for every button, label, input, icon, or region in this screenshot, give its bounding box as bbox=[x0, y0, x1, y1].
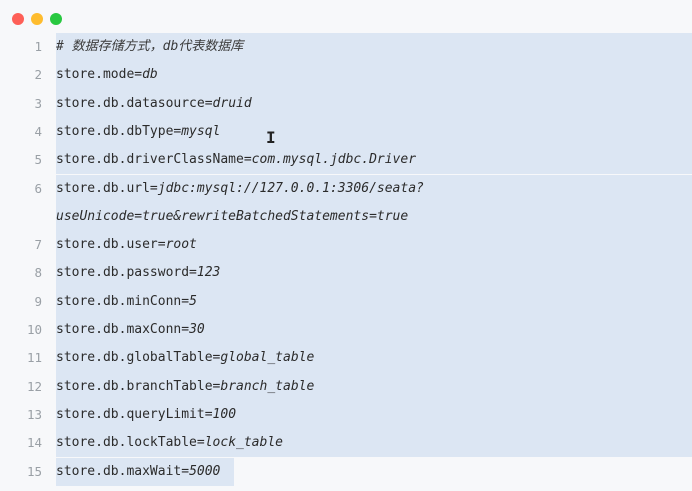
property-key: store.db.maxConn= bbox=[56, 322, 190, 337]
property-key: store.db.branchTable= bbox=[56, 378, 221, 394]
property-value: com.mysql.jdbc.Driver bbox=[251, 152, 417, 168]
code-line[interactable]: 12 store.db.branchTable=branch_table bbox=[0, 372, 692, 401]
line-number: 10 bbox=[26, 322, 42, 337]
line-number: 2 bbox=[34, 67, 42, 83]
line-number: 12 bbox=[26, 378, 42, 394]
editor-window: 1 # 数据存储方式，db代表数据库 2 store.mode=db 3 store.db… bbox=[0, 0, 692, 491]
line-number: 13 bbox=[26, 406, 42, 422]
code-line[interactable]: 15 store.db.maxWait=5000 bbox=[0, 457, 692, 486]
code-text: store.db.password=123 bbox=[56, 259, 220, 287]
property-value: useUnicode=true&rewriteBatchedStatements… bbox=[56, 208, 409, 224]
code-line[interactable]: useUnicode=true&rewriteBatchedStatements… bbox=[0, 202, 692, 232]
code-line[interactable]: 8 store.db.password=123 bbox=[0, 259, 692, 288]
code-text: store.db.maxWait=5000 bbox=[56, 458, 220, 486]
property-key: store.db.user= bbox=[56, 237, 166, 253]
property-value: 100 bbox=[212, 406, 237, 422]
code-text: store.db.maxConn=30 bbox=[56, 316, 205, 344]
code-text: store.db.datasource=druid bbox=[56, 90, 252, 118]
property-value: mysql bbox=[181, 123, 221, 139]
code-text: store.db.user=root bbox=[56, 231, 197, 259]
zoom-window-button[interactable] bbox=[50, 13, 62, 25]
code-text: store.db.dbType=mysql bbox=[56, 118, 220, 146]
property-key: store.db.globalTable= bbox=[56, 350, 221, 366]
window-controls bbox=[12, 13, 62, 25]
code-line[interactable]: 6 store.db.url=jdbc:mysql://127.0.0.1:330… bbox=[0, 174, 692, 203]
code-line[interactable]: 5 store.db.driverClassName=com.mysql.jdbc… bbox=[0, 146, 692, 175]
code-text: store.db.minConn=5 bbox=[56, 288, 197, 316]
property-value: 5000 bbox=[189, 463, 221, 479]
code-line[interactable]: 3 store.db.datasource=druid bbox=[0, 89, 692, 118]
line-number: 5 bbox=[34, 152, 42, 168]
code-line[interactable]: 10 store.db.maxConn=30 bbox=[0, 316, 692, 345]
property-key: store.mode= bbox=[56, 67, 143, 83]
minimize-window-button[interactable] bbox=[31, 13, 43, 25]
code-text: # 数据存储方式，db代表数据库 bbox=[56, 33, 243, 61]
property-key: store.db.queryLimit= bbox=[56, 406, 213, 422]
code-text: store.db.branchTable=branch_table bbox=[56, 373, 314, 401]
property-key: store.db.datasource= bbox=[56, 95, 213, 111]
line-number: 8 bbox=[34, 265, 42, 281]
line-number: 9 bbox=[34, 293, 42, 309]
property-value: branch_table bbox=[220, 378, 315, 394]
line-number: 15 bbox=[26, 463, 42, 479]
property-key: store.db.maxWait= bbox=[56, 463, 190, 479]
code-text: store.db.driverClassName=com.mysql.jdbc.… bbox=[56, 146, 416, 174]
line-number: 3 bbox=[34, 95, 42, 111]
code-text: store.db.globalTable=global_table bbox=[56, 344, 314, 372]
property-key: store.db.lockTable= bbox=[56, 435, 205, 451]
line-number: 1 bbox=[34, 39, 42, 54]
property-value: db bbox=[142, 67, 158, 83]
code-line[interactable]: 4 store.db.dbType=mysql bbox=[0, 117, 692, 147]
property-key: store.db.dbType= bbox=[56, 123, 182, 139]
property-key: store.db.password= bbox=[56, 265, 197, 281]
line-number: 14 bbox=[26, 435, 42, 451]
code-line[interactable]: 14 store.db.lockTable=lock_table bbox=[0, 429, 692, 458]
code-line[interactable]: 7 store.db.user=root bbox=[0, 231, 692, 260]
code-text: store.db.queryLimit=100 bbox=[56, 401, 236, 429]
property-value: 30 bbox=[189, 322, 205, 337]
line-number: 7 bbox=[34, 237, 42, 253]
code-text: store.mode=db bbox=[56, 61, 158, 89]
line-number: 4 bbox=[34, 123, 42, 139]
code-text: useUnicode=true&rewriteBatchedStatements… bbox=[56, 203, 408, 231]
close-window-button[interactable] bbox=[12, 13, 24, 25]
code-line[interactable]: 1 # 数据存储方式，db代表数据库 bbox=[0, 33, 692, 62]
code-line[interactable]: 11 store.db.globalTable=global_table bbox=[0, 344, 692, 373]
text-cursor-icon: I bbox=[266, 128, 276, 147]
code-line[interactable]: 2 store.mode=db bbox=[0, 61, 692, 90]
property-key: store.db.url= bbox=[56, 180, 158, 196]
property-value: jdbc:mysql://127.0.0.1:3306/seata? bbox=[157, 180, 424, 196]
line-number: 11 bbox=[26, 350, 42, 366]
property-value: lock_table bbox=[204, 435, 283, 451]
code-line[interactable]: 13 store.db.queryLimit=100 bbox=[0, 400, 692, 430]
property-value: druid bbox=[212, 95, 252, 111]
property-key: store.db.driverClassName= bbox=[56, 152, 252, 168]
property-value: 123 bbox=[196, 265, 221, 281]
property-value: root bbox=[165, 237, 197, 253]
code-line[interactable]: 9 store.db.minConn=5 bbox=[0, 287, 692, 316]
property-value: global_table bbox=[220, 350, 315, 366]
property-key: store.db.minConn= bbox=[56, 293, 190, 309]
property-value: 5 bbox=[189, 293, 197, 309]
code-text: store.db.url=jdbc:mysql://127.0.0.1:3306… bbox=[56, 175, 424, 203]
code-text: store.db.lockTable=lock_table bbox=[56, 429, 283, 457]
comment-text: # 数据存储方式，db代表数据库 bbox=[56, 39, 244, 54]
line-number: 6 bbox=[34, 180, 42, 196]
code-editor[interactable]: 1 # 数据存储方式，db代表数据库 2 store.mode=db 3 store.db… bbox=[0, 33, 692, 491]
